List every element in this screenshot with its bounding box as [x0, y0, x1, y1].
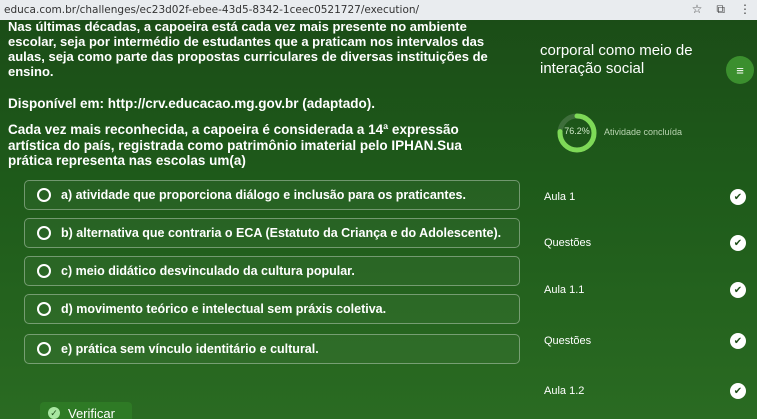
check-icon: ✔ [730, 189, 746, 205]
lesson-label: Aula 1.1 [544, 284, 585, 296]
browser-address-bar[interactable]: educa.com.br/challenges/ec23d02f-ebee-43… [0, 0, 757, 20]
option-label: e) prática sem vínculo identitário e cul… [61, 342, 319, 356]
radio-icon[interactable] [37, 188, 51, 202]
option-a[interactable]: a) atividade que proporciona diálogo e i… [24, 180, 520, 210]
lesson-item[interactable]: Aula 1.1 ✔ [544, 275, 756, 305]
lesson-label: Aula 1.2 [544, 385, 585, 397]
progress-percent: 76.2% [564, 126, 590, 136]
question-context: Nas últimas décadas, a capoeira está cad… [8, 19, 488, 79]
activity-page: Nas últimas décadas, a capoeira está cad… [0, 19, 757, 419]
check-icon: ✔ [730, 333, 746, 349]
lesson-item[interactable]: Questões ✔ [544, 326, 756, 356]
option-e[interactable]: e) prática sem vínculo identitário e cul… [24, 334, 520, 364]
star-icon[interactable]: ☆ [692, 2, 703, 17]
browser-actions: ☆ ⧉ ⋮ [692, 2, 751, 17]
hamburger-icon[interactable]: ≡ [726, 56, 754, 84]
check-icon: ✔ [730, 282, 746, 298]
option-label: c) meio didático desvinculado da cultura… [61, 264, 355, 278]
option-label: a) atividade que proporciona diálogo e i… [61, 188, 466, 202]
lesson-item[interactable]: Aula 1.2 ✔ [544, 376, 756, 406]
check-icon: ✔ [730, 235, 746, 251]
progress-caption: Atividade concluída [604, 127, 683, 137]
radio-icon[interactable] [37, 302, 51, 316]
lesson-label: Questões [544, 335, 592, 347]
option-d[interactable]: d) movimento teórico e intelectual sem p… [24, 294, 520, 324]
url-text[interactable]: educa.com.br/challenges/ec23d02f-ebee-43… [4, 4, 419, 16]
radio-icon[interactable] [37, 226, 51, 240]
option-c[interactable]: c) meio didático desvinculado da cultura… [24, 256, 520, 286]
radio-icon[interactable] [37, 264, 51, 278]
lesson-label: Questões [544, 237, 592, 249]
radio-icon[interactable] [37, 342, 51, 356]
verify-label: Verificar [68, 405, 115, 419]
kebab-icon[interactable]: ⋮ [739, 2, 751, 17]
lesson-item[interactable]: Questões ✔ [544, 228, 756, 258]
verify-button[interactable]: ✓ Verificar [40, 402, 132, 419]
check-icon: ✔ [730, 383, 746, 399]
option-label: d) movimento teórico e intelectual sem p… [61, 302, 387, 316]
question-source: Disponível em: http://crv.educacao.mg.go… [8, 96, 376, 111]
option-label: b) alternativa que contraria o ECA (Esta… [61, 226, 502, 240]
lesson-item[interactable]: Aula 1 ✔ [544, 182, 756, 212]
lesson-title: corporal como meio de interação social [540, 42, 693, 77]
puzzle-icon[interactable]: ⧉ [716, 2, 725, 17]
question-statement: Cada vez mais reconhecida, a capoeira é … [8, 122, 462, 169]
check-icon: ✓ [48, 407, 60, 419]
option-b[interactable]: b) alternativa que contraria o ECA (Esta… [24, 218, 520, 248]
lesson-label: Aula 1 [544, 191, 576, 203]
